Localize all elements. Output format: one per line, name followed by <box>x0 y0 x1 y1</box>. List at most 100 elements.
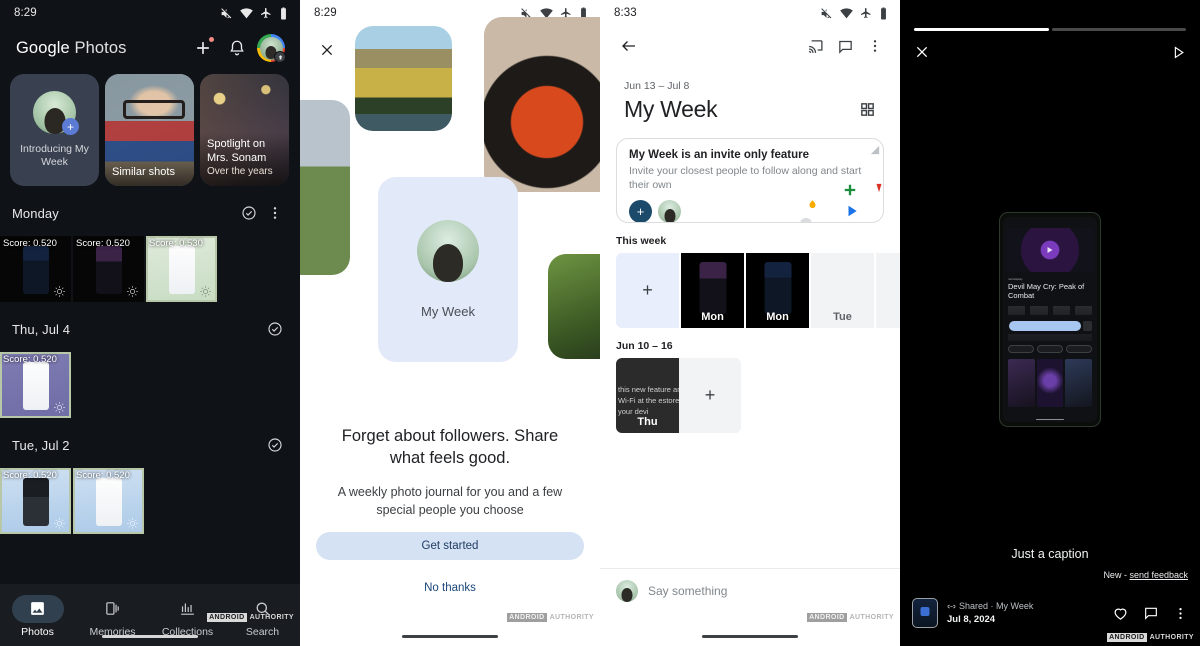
red-marker-decoration <box>876 183 882 193</box>
select-all-button[interactable] <box>236 200 262 226</box>
carousel-card-overlay: Similar shots <box>105 159 194 186</box>
comment-bar[interactable]: Say something <box>600 568 900 612</box>
comment-button[interactable] <box>830 31 860 61</box>
day-tile[interactable]: Mon <box>746 253 809 328</box>
carousel-card-similar-shots[interactable]: Similar shots <box>105 74 194 186</box>
close-button[interactable] <box>315 38 339 62</box>
watermark: ANDROID AUTHORITY <box>1107 633 1194 642</box>
collage-photo-landscape <box>355 26 452 131</box>
comment-button[interactable] <box>1143 605 1159 621</box>
add-photo-tile[interactable]: + <box>679 358 741 433</box>
story-caption: Just a caption <box>1011 547 1089 561</box>
photo-thumb-selected[interactable]: Score: 0.520 <box>0 352 71 418</box>
photo-grid-monday[interactable]: Score: 0.520 Score: 0.520 Score: 0.530 <box>0 236 300 302</box>
day-tile[interactable]: Mon <box>681 253 744 328</box>
photo-score: Score: 0.520 <box>3 470 57 481</box>
wifi-icon <box>240 7 253 18</box>
day-tile-empty[interactable]: Tue <box>811 253 874 328</box>
add-photo-tile[interactable]: + <box>616 253 679 328</box>
cast-button[interactable] <box>800 31 830 61</box>
more-vert-icon <box>873 40 877 52</box>
feedback-row[interactable]: New - send feedback <box>1103 570 1188 580</box>
back-button[interactable] <box>614 31 644 61</box>
photo-thumb-selected[interactable]: Score: 0.530 <box>146 236 217 302</box>
account-avatar-button[interactable] <box>254 31 288 65</box>
app-screenshots <box>1008 359 1093 407</box>
no-thanks-button[interactable]: No thanks <box>300 582 600 594</box>
next-button[interactable] <box>1171 45 1186 60</box>
device-chip <box>1066 345 1092 353</box>
day-tile-text-content: this new feature and Wi-Fi at the estore… <box>618 385 679 416</box>
send-feedback-link[interactable]: send feedback <box>1129 570 1188 580</box>
photo-thumb-selected[interactable]: Score: 0.520 <box>0 468 71 534</box>
sparkle-icon <box>127 518 138 529</box>
add-person-icon[interactable]: + <box>629 200 652 222</box>
watermark-authority: AUTHORITY <box>549 614 594 621</box>
carousel-card-intro[interactable]: + Introducing My Week <box>10 74 99 186</box>
day-label: Tue <box>833 311 852 323</box>
story-progress-segment <box>1051 28 1186 31</box>
nav-pill <box>162 595 214 623</box>
device-chips <box>1008 345 1092 353</box>
photo-grid-tue-jul-2[interactable]: Score: 0.520 Score: 0.520 <box>0 468 300 534</box>
select-all-button[interactable] <box>262 432 288 458</box>
add-button[interactable] <box>186 31 220 65</box>
airplane-icon <box>261 8 271 18</box>
install-note <box>1008 334 1092 341</box>
collage-photo-park <box>300 100 350 275</box>
photo-score: Score: 0.520 <box>3 238 57 249</box>
nav-item-photos[interactable]: Photos <box>0 594 75 638</box>
watermark-authority: AUTHORITY <box>249 614 294 621</box>
grid-view-button[interactable] <box>852 94 882 124</box>
invite-card[interactable]: My Week is an invite only feature Invite… <box>616 138 884 223</box>
day-tile-empty[interactable]: W <box>876 253 900 328</box>
select-all-button[interactable] <box>262 316 288 342</box>
mini-nav-bar <box>1007 408 1093 414</box>
app-bar <box>600 26 900 66</box>
grid-view-icon <box>860 102 874 116</box>
more-button[interactable] <box>1173 606 1188 621</box>
nav-item-memories[interactable]: Memories <box>75 595 150 638</box>
panel-my-week: 8:33 Jun 13 – Jul 8 My Week My Week is a… <box>600 0 900 646</box>
app-title-google: Google <box>16 38 70 57</box>
comment-input-placeholder[interactable]: Say something <box>648 584 727 598</box>
status-icons <box>820 7 888 20</box>
day-tile-text[interactable]: this new feature and Wi-Fi at the estore… <box>616 358 679 433</box>
panel-story-viewer: nebulaplay Devil May Cry: Peak of Combat <box>900 0 1200 646</box>
status-icons <box>220 7 288 20</box>
section-overflow-button[interactable] <box>262 200 288 226</box>
section-header-tue-jul-2: Tue, Jul 2 <box>0 418 300 468</box>
get-started-button[interactable]: Get started <box>316 532 584 560</box>
photo-thumb-selected[interactable]: Score: 0.520 <box>73 468 144 534</box>
prev-week-strip[interactable]: this new feature and Wi-Fi at the estore… <box>600 358 900 433</box>
status-time: 8:33 <box>614 7 637 19</box>
photo-thumb[interactable]: Score: 0.520 <box>0 236 71 302</box>
this-week-strip[interactable]: + Mon Mon Tue W <box>600 253 900 328</box>
notifications-button[interactable] <box>220 31 254 65</box>
check-circle-icon <box>242 206 256 220</box>
watermark-authority: AUTHORITY <box>849 614 894 621</box>
close-icon <box>916 46 928 58</box>
sparkle-icon <box>127 286 138 297</box>
sparkle-icon <box>200 286 211 297</box>
invite-card-body: Invite your closest people to follow alo… <box>629 165 862 191</box>
carousel-card-spotlight[interactable]: Spotlight on Mrs. Sonam Over the years <box>200 74 289 186</box>
prev-week-label: Jun 10 – 16 <box>616 340 673 352</box>
story-progress-bar[interactable] <box>914 28 1186 31</box>
watermark: ANDROID AUTHORITY <box>807 613 894 622</box>
photo-grid-thu-jul-4[interactable]: Score: 0.520 <box>0 352 300 418</box>
close-button[interactable] <box>914 44 930 60</box>
play-icon <box>1047 247 1053 253</box>
onboarding-text: Forget about followers. Share what feels… <box>300 425 600 519</box>
story-progress-segment-active <box>914 28 1049 31</box>
photo-thumb[interactable]: Score: 0.520 <box>73 236 144 302</box>
section-header-monday: Monday <box>0 186 300 236</box>
intro-avatar: + <box>33 91 79 135</box>
more-button[interactable] <box>860 31 890 61</box>
invite-avatar-group[interactable]: + <box>629 200 871 222</box>
story-thumbnail[interactable] <box>912 598 938 628</box>
like-button[interactable] <box>1112 605 1129 622</box>
carousel-card-label: Similar shots <box>112 166 175 178</box>
memories-carousel[interactable]: + Introducing My Week Similar shots Spot… <box>0 70 300 186</box>
yellow-blob-decoration <box>809 200 816 209</box>
